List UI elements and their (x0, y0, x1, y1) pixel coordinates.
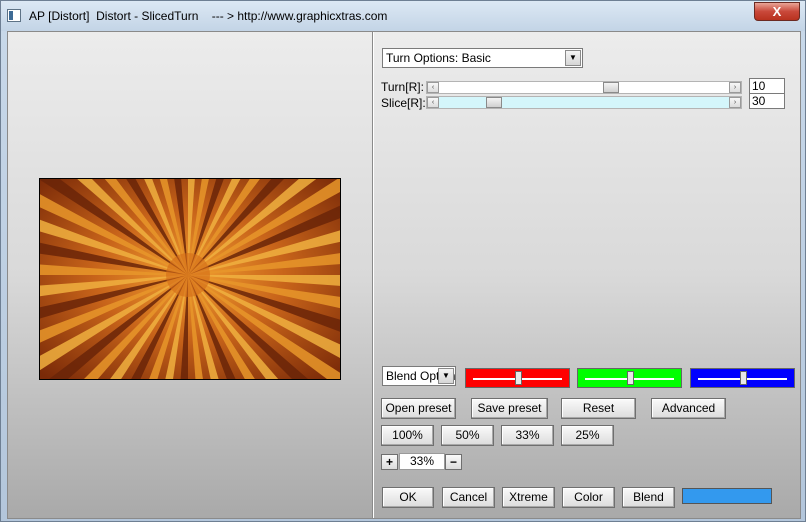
sliced-turn-preview-image (40, 179, 340, 379)
blend-options-select[interactable]: Blend Options ▼ (382, 366, 456, 386)
turn-slider[interactable]: ‹ › (426, 81, 742, 94)
slice-slider[interactable]: ‹ › (426, 96, 742, 109)
title-bar[interactable]: AP [Distort] Distort - SlicedTurn --- > … (1, 1, 805, 31)
scroll-left-icon[interactable]: ‹ (427, 82, 439, 93)
plugin-window: AP [Distort] Distort - SlicedTurn --- > … (0, 0, 806, 522)
image-preview (39, 178, 341, 380)
zoom-100-button[interactable]: 100% (381, 425, 434, 446)
window-title: AP [Distort] Distort - SlicedTurn --- > … (29, 9, 388, 23)
open-preset-button[interactable]: Open preset (381, 398, 456, 419)
panel-divider (372, 32, 374, 518)
blue-slider-knob[interactable] (739, 371, 747, 385)
save-preset-button[interactable]: Save preset (471, 398, 548, 419)
zoom-value-field[interactable]: 33% (399, 453, 445, 470)
app-icon (7, 9, 21, 22)
color-button[interactable]: Color (562, 487, 615, 508)
zoom-33-button[interactable]: 33% (501, 425, 554, 446)
dropdown-arrow-icon[interactable]: ▼ (438, 368, 454, 384)
blend-color-swatch[interactable] (682, 488, 772, 504)
zoom-out-button[interactable]: − (445, 454, 462, 470)
reset-button[interactable]: Reset (561, 398, 636, 419)
ok-button[interactable]: OK (382, 487, 434, 508)
turn-label: Turn[R]: (381, 80, 424, 94)
options-select-value: Turn Options: Basic (386, 51, 491, 65)
slice-label: Slice[R]: (381, 96, 426, 110)
advanced-button[interactable]: Advanced (651, 398, 726, 419)
scroll-right-icon[interactable]: › (729, 97, 741, 108)
turn-value-field[interactable]: 10 (749, 78, 785, 94)
green-slider[interactable] (577, 368, 682, 388)
red-slider[interactable] (465, 368, 570, 388)
blue-slider[interactable] (690, 368, 795, 388)
zoom-25-button[interactable]: 25% (561, 425, 614, 446)
xtreme-button[interactable]: Xtreme (502, 487, 555, 508)
close-button[interactable]: X (754, 2, 800, 21)
green-slider-knob[interactable] (626, 371, 634, 385)
options-select[interactable]: Turn Options: Basic ▼ (382, 48, 583, 68)
scroll-right-icon[interactable]: › (729, 82, 741, 93)
dropdown-arrow-icon[interactable]: ▼ (565, 50, 581, 66)
turn-slider-thumb[interactable] (603, 82, 620, 93)
cancel-button[interactable]: Cancel (442, 487, 495, 508)
red-slider-knob[interactable] (514, 371, 522, 385)
scroll-left-icon[interactable]: ‹ (427, 97, 439, 108)
slice-slider-thumb[interactable] (485, 97, 502, 108)
dialog-client-area: Turn Options: Basic ▼ Turn[R]: ‹ › 10 Sl… (7, 31, 801, 519)
blend-button[interactable]: Blend (622, 487, 675, 508)
zoom-in-button[interactable]: + (381, 454, 398, 470)
slice-value-field[interactable]: 30 (749, 93, 785, 109)
zoom-50-button[interactable]: 50% (441, 425, 494, 446)
